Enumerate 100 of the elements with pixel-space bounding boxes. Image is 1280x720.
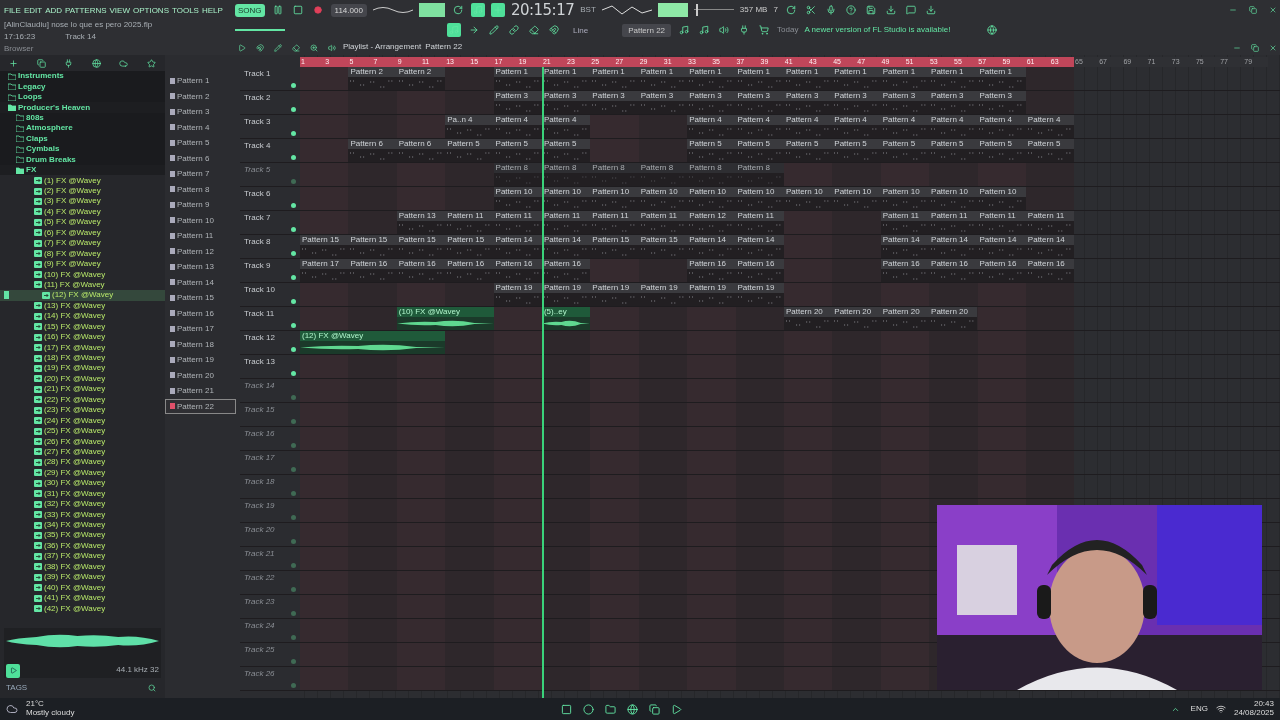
mute-led[interactable] [291,83,296,88]
sample-item[interactable]: (2) FX @Wavey [0,185,165,197]
sample-item[interactable]: (31) FX @Wavey [0,488,165,499]
sample-item[interactable]: (26) FX @Wavey [0,436,165,447]
mute-led[interactable] [291,155,296,160]
sample-item[interactable]: (39) FX @Wavey [0,572,165,583]
magnet-icon[interactable] [547,23,561,37]
menu-item[interactable]: EDIT [23,5,43,15]
sample-item[interactable]: (22) FX @Wavey [0,394,165,405]
sample-item[interactable]: (35) FX @Wavey [0,530,165,541]
folder-item[interactable]: Cymbals [0,144,165,155]
pattern-item[interactable]: Pattern 6 [165,150,236,166]
track-name[interactable]: Track 16 [244,429,296,438]
pattern-item[interactable]: Pattern 17 [165,321,236,337]
track-name[interactable]: Track 6 [244,189,296,198]
sample-item[interactable]: (5) FX @Wavey [0,217,165,228]
sample-item[interactable]: (3) FX @Wavey [0,196,165,207]
sample-item[interactable]: (17) FX @Wavey [0,342,165,353]
mute-led[interactable] [291,251,296,256]
tray-time[interactable]: 20:43 [1253,700,1274,709]
mute-led[interactable] [291,323,296,328]
track-name[interactable]: Track 2 [244,93,296,102]
pattern-item[interactable]: Pattern 10 [165,212,236,228]
mute-led[interactable] [291,131,296,136]
sample-item[interactable]: (38) FX @Wavey [0,561,165,572]
folder-item[interactable]: Claps [0,133,165,145]
track-name[interactable]: Track 10 [244,285,296,294]
pattern-item[interactable]: Pattern 4 [165,119,236,135]
track-name[interactable]: Track 14 [244,381,296,390]
pattern-item[interactable]: Pattern 11 [165,228,236,244]
globe-icon[interactable] [89,56,104,70]
pattern-item[interactable]: Pattern 8 [165,181,236,197]
track-name[interactable]: Track 1 [244,69,296,78]
language[interactable]: ENG [1190,704,1208,714]
folder-item[interactable]: Drum Breaks [0,154,165,165]
folder-item[interactable]: Loops [0,91,165,103]
pattern-item[interactable]: Pattern 19 [165,352,236,368]
track-name[interactable]: Track 23 [244,597,296,606]
sample-item[interactable]: (33) FX @Wavey [0,509,165,520]
tempo-field[interactable]: 114.000 [330,3,367,17]
folder-item[interactable]: Producer's Heaven [0,102,165,113]
sample-item[interactable]: (24) FX @Wavey [0,415,165,426]
track-name[interactable]: Track 20 [244,525,296,534]
track-name[interactable]: Track 18 [244,477,296,486]
sample-item[interactable]: (41) FX @Wavey [0,592,165,604]
pattern-item[interactable]: Pattern 15 [165,290,236,306]
sample-item[interactable]: (29) FX @Wavey [0,467,165,479]
star-icon[interactable] [144,56,159,70]
sample-item[interactable]: (13) FX @Wavey [0,300,165,312]
link-icon[interactable] [507,23,521,37]
track-name[interactable]: Track 4 [244,141,296,150]
sample-item[interactable]: (32) FX @Wavey [0,498,165,510]
folder-item[interactable]: Atmosphere [0,123,165,134]
help-icon[interactable] [843,3,858,17]
menu-item[interactable]: OPTIONS [132,5,169,15]
sample-item[interactable]: (15) FX @Wavey [0,321,165,332]
sample-item[interactable]: (21) FX @Wavey [0,384,165,395]
mute-led[interactable] [291,299,296,304]
pattern-item[interactable]: Pattern 1 [165,73,236,89]
sample-item[interactable]: (1) FX @Wavey [0,175,165,186]
pattern-item[interactable]: Pattern 2 [165,88,236,104]
folder-item[interactable]: Legacy [0,81,165,92]
track-name[interactable]: Track 21 [244,549,296,558]
app-icon[interactable] [647,702,662,716]
sample-item[interactable]: (11) FX @Wavey [0,279,165,291]
sample-item[interactable]: (10) FX @Wavey [0,269,165,280]
track-name[interactable]: Track 7 [244,213,296,222]
track-name[interactable]: Track 8 [244,237,296,246]
pattern-item[interactable]: Pattern 21 [165,383,236,399]
sample-item[interactable]: (8) FX @Wavey [0,248,165,259]
mute-led[interactable] [291,347,296,352]
track-name[interactable]: Track 5 [244,165,296,174]
sample-item[interactable]: (25) FX @Wavey [0,425,165,437]
sample-item[interactable]: (12) FX @Wavey [0,290,165,301]
sample-item[interactable]: (18) FX @Wavey [0,352,165,364]
mute-led[interactable] [291,227,296,232]
track-name[interactable]: Track 11 [244,309,296,318]
pattern-item[interactable]: Pattern 20 [165,367,236,383]
pattern-item[interactable]: Pattern 5 [165,135,236,151]
sample-item[interactable]: (36) FX @Wavey [0,540,165,552]
sample-item[interactable]: (4) FX @Wavey [0,206,165,218]
mixer-icon[interactable] [717,23,732,37]
mute-led[interactable] [291,203,296,208]
mute-led[interactable] [291,371,296,376]
folder-item[interactable]: Instruments [0,71,165,82]
menu-item[interactable]: ADD [45,5,63,15]
track-name[interactable]: Track 9 [244,261,296,270]
track-name[interactable]: Track 12 [244,333,296,342]
menu-item[interactable]: PATTERNS [65,5,107,15]
sample-item[interactable]: (30) FX @Wavey [0,478,165,489]
track-name[interactable]: Track 22 [244,573,296,582]
pattern-item[interactable]: Pattern 16 [165,305,236,321]
menu-item[interactable]: HELP [201,5,223,15]
menu-item[interactable]: TOOLS [172,5,199,15]
pattern-item[interactable]: Pattern 12 [165,243,236,259]
sample-item[interactable]: (40) FX @Wavey [0,582,165,593]
sample-item[interactable]: (27) FX @Wavey [0,446,165,458]
sample-item[interactable]: (7) FX @Wavey [0,238,165,249]
sample-item[interactable]: (19) FX @Wavey [0,363,165,374]
track-name[interactable]: Track 15 [244,405,296,414]
